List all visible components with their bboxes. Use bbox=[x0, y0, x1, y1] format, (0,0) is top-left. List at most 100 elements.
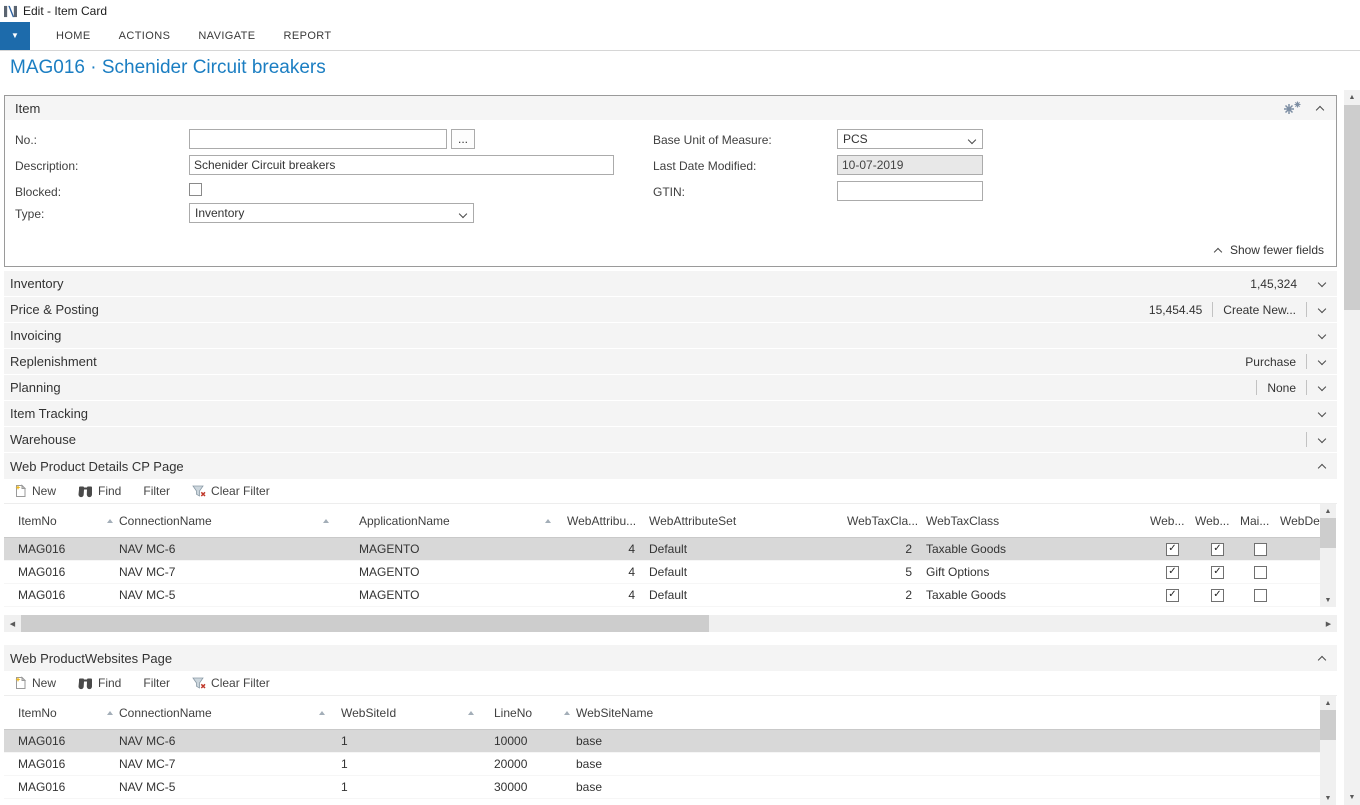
table-row[interactable]: MAG016 NAV MC-6 1 10000 base bbox=[4, 730, 1321, 753]
column-header-connectionname[interactable]: ConnectionName bbox=[119, 514, 359, 528]
scroll-up-icon[interactable]: ▲ bbox=[1344, 90, 1360, 105]
details-toolbar: New Find Filter Clear Filter bbox=[4, 479, 1337, 504]
collapse-chevron-up-icon[interactable] bbox=[1315, 103, 1326, 114]
checkbox[interactable] bbox=[1254, 566, 1267, 579]
find-button[interactable]: Find bbox=[78, 676, 121, 690]
table-row[interactable]: MAG016 NAV MC-5 MAGENTO 4 Default 2 Taxa… bbox=[4, 584, 1321, 607]
filter-button[interactable]: Filter bbox=[143, 484, 170, 498]
fasttab-warehouse[interactable]: Warehouse bbox=[4, 427, 1337, 453]
last-modified-field bbox=[837, 155, 983, 175]
checkbox[interactable]: ✓ bbox=[1211, 543, 1224, 556]
fasttab-invoicing[interactable]: Invoicing bbox=[4, 323, 1337, 349]
type-select[interactable]: Inventory bbox=[189, 203, 474, 223]
table-row[interactable]: MAG016 NAV MC-6 MAGENTO 4 Default 2 Taxa… bbox=[4, 538, 1321, 561]
web-product-details-header[interactable]: Web Product Details CP Page bbox=[4, 453, 1337, 479]
column-header-web2[interactable]: Web... bbox=[1195, 514, 1240, 528]
base-unit-select[interactable]: PCS bbox=[837, 129, 983, 149]
binoculars-icon bbox=[78, 485, 93, 498]
column-header-webattributeset[interactable]: WebAttributeSet bbox=[649, 514, 847, 528]
scrollbar-thumb[interactable] bbox=[21, 615, 709, 632]
description-input[interactable] bbox=[189, 155, 614, 175]
column-header-websitename[interactable]: WebSiteName bbox=[576, 706, 866, 720]
checkbox[interactable] bbox=[1254, 543, 1267, 556]
column-header-applicationname[interactable]: ApplicationName bbox=[359, 514, 567, 528]
sort-asc-icon bbox=[107, 711, 113, 715]
column-header-websiteid[interactable]: WebSiteId bbox=[341, 706, 494, 720]
details-grid-vscrollbar[interactable]: ▲ ▼ bbox=[1320, 504, 1336, 607]
column-header-webtaxclass[interactable]: WebTaxClass bbox=[926, 514, 1150, 528]
app-menu-button[interactable]: ▼ bbox=[0, 22, 30, 50]
scroll-down-icon[interactable]: ▼ bbox=[1320, 593, 1336, 607]
websites-grid-vscrollbar[interactable]: ▲ ▼ bbox=[1320, 696, 1336, 805]
scroll-up-icon[interactable]: ▲ bbox=[1320, 696, 1336, 710]
chevron-down-icon[interactable] bbox=[1317, 408, 1328, 419]
page-vscrollbar[interactable]: ▲ ▼ bbox=[1344, 90, 1360, 805]
create-new-link[interactable]: Create New... bbox=[1223, 303, 1296, 317]
fasttab-inventory[interactable]: Inventory 1,45,324 bbox=[4, 271, 1337, 297]
chevron-down-icon[interactable] bbox=[1317, 434, 1328, 445]
chevron-down-icon[interactable] bbox=[1317, 356, 1328, 367]
scroll-down-icon[interactable]: ▼ bbox=[1320, 791, 1336, 805]
table-row[interactable]: MAG016 NAV MC-5 1 30000 base bbox=[4, 776, 1321, 799]
scroll-right-icon[interactable]: ▶ bbox=[1320, 615, 1337, 632]
checkbox[interactable]: ✓ bbox=[1211, 589, 1224, 602]
scroll-up-icon[interactable]: ▲ bbox=[1320, 504, 1336, 518]
chevron-down-icon[interactable] bbox=[1317, 278, 1328, 289]
column-header-web1[interactable]: Web... bbox=[1150, 514, 1195, 528]
chevron-down-icon[interactable] bbox=[1317, 304, 1328, 315]
fasttab-price-posting[interactable]: Price & Posting 15,454.45 Create New... bbox=[4, 297, 1337, 323]
cell-websiteid: 1 bbox=[341, 734, 494, 748]
checkbox[interactable]: ✓ bbox=[1211, 566, 1224, 579]
checkbox[interactable] bbox=[1254, 589, 1267, 602]
fasttab-replenishment[interactable]: Replenishment Purchase bbox=[4, 349, 1337, 375]
checkbox[interactable]: ✓ bbox=[1166, 543, 1179, 556]
tab-home[interactable]: HOME bbox=[42, 22, 105, 50]
customize-gear-icon[interactable] bbox=[1283, 101, 1301, 116]
column-header-itemno[interactable]: ItemNo bbox=[18, 706, 119, 720]
item-fasttab-header[interactable]: Item bbox=[5, 96, 1336, 120]
tab-actions[interactable]: ACTIONS bbox=[105, 22, 185, 50]
column-header-webattribute[interactable]: WebAttribu... bbox=[567, 514, 649, 528]
checkbox[interactable]: ✓ bbox=[1166, 589, 1179, 602]
blocked-checkbox[interactable] bbox=[189, 183, 202, 196]
cell-itemno: MAG016 bbox=[18, 588, 119, 602]
clear-filter-button[interactable]: Clear Filter bbox=[192, 676, 270, 690]
fasttab-planning[interactable]: Planning None bbox=[4, 375, 1337, 401]
fasttab-item-tracking[interactable]: Item Tracking bbox=[4, 401, 1337, 427]
clear-filter-button[interactable]: Clear Filter bbox=[192, 484, 270, 498]
chevron-down-icon[interactable] bbox=[1317, 382, 1328, 393]
column-header-connectionname[interactable]: ConnectionName bbox=[119, 706, 341, 720]
table-row[interactable]: MAG016 NAV MC-7 MAGENTO 4 Default 5 Gift… bbox=[4, 561, 1321, 584]
tab-report[interactable]: REPORT bbox=[270, 22, 346, 50]
gtin-input[interactable] bbox=[837, 181, 983, 201]
column-header-lineno[interactable]: LineNo bbox=[494, 706, 576, 720]
filter-button[interactable]: Filter bbox=[143, 676, 170, 690]
column-header-itemno[interactable]: ItemNo bbox=[18, 514, 119, 528]
column-header-mai[interactable]: Mai... bbox=[1240, 514, 1280, 528]
no-input[interactable] bbox=[189, 129, 447, 149]
fasttab-label: Item Tracking bbox=[10, 406, 88, 421]
chevron-up-icon bbox=[1213, 245, 1224, 256]
chevron-down-icon[interactable] bbox=[1317, 330, 1328, 341]
chevron-up-icon[interactable] bbox=[1317, 653, 1328, 664]
new-button[interactable]: New bbox=[14, 484, 56, 498]
scroll-down-icon[interactable]: ▼ bbox=[1344, 790, 1360, 805]
column-header-webde[interactable]: WebDe... bbox=[1280, 514, 1321, 528]
scroll-left-icon[interactable]: ◀ bbox=[4, 615, 21, 632]
no-assist-button[interactable]: ... bbox=[451, 129, 475, 149]
scrollbar-thumb[interactable] bbox=[1320, 710, 1336, 740]
scrollbar-thumb[interactable] bbox=[1320, 518, 1336, 548]
checkbox[interactable]: ✓ bbox=[1166, 566, 1179, 579]
chevron-up-icon[interactable] bbox=[1317, 461, 1328, 472]
show-fewer-fields-link[interactable]: Show fewer fields bbox=[1213, 243, 1324, 257]
clear-filter-label: Clear Filter bbox=[211, 484, 270, 498]
table-row[interactable]: MAG016 NAV MC-7 1 20000 base bbox=[4, 753, 1321, 776]
scrollbar-thumb[interactable] bbox=[1344, 105, 1360, 310]
column-header-webtaxcla[interactable]: WebTaxCla... bbox=[847, 514, 926, 528]
web-productwebsites-header[interactable]: Web ProductWebsites Page bbox=[4, 645, 1337, 671]
find-button[interactable]: Find bbox=[78, 484, 121, 498]
tab-navigate[interactable]: NAVIGATE bbox=[184, 22, 269, 50]
cell-taxclassid: 2 bbox=[847, 542, 926, 556]
new-button[interactable]: New bbox=[14, 676, 56, 690]
details-grid-hscrollbar[interactable]: ◀ ▶ bbox=[4, 615, 1337, 632]
